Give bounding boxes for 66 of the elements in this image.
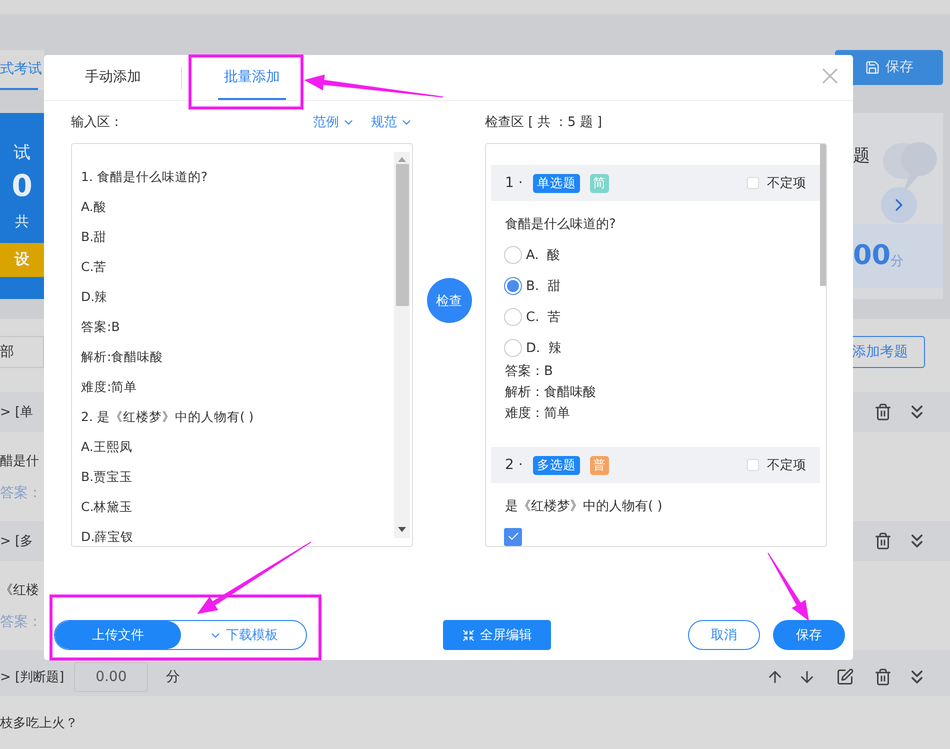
move-up-icon[interactable] [766, 668, 784, 686]
close-icon[interactable] [821, 67, 839, 85]
answer-label: 答案： [0, 484, 42, 502]
delete-icon[interactable] [874, 668, 892, 686]
question-number: 1 · [505, 175, 524, 191]
shrink-icon [462, 628, 475, 642]
question-type: > [判断题] [0, 669, 64, 686]
check-button[interactable]: 检查 [426, 278, 472, 323]
card-count: 0 [12, 168, 32, 206]
question-text: 《红楼 [0, 582, 39, 598]
option-label: D. 辣 [526, 340, 562, 356]
option-radio[interactable] [504, 338, 522, 356]
edit-icon[interactable] [836, 668, 854, 686]
option-label: A. 酸 [526, 246, 560, 264]
total-score: 00 [853, 240, 891, 272]
save-icon [864, 60, 880, 75]
option-radio[interactable] [504, 308, 522, 326]
option-label: B. 甜 [526, 278, 560, 294]
question-type: > [单 [0, 404, 34, 421]
difficulty-tag: 简 [590, 174, 609, 192]
uncertain-label: 不定项 [767, 457, 806, 474]
question-text: 醋是什 [0, 452, 39, 470]
answer-label: 答案： [0, 612, 42, 630]
option-label: C. 苦 [526, 308, 560, 326]
check-area-label: 检查区 [ 共 ：5 题 ] [485, 114, 602, 131]
question-type-tag: 多选题 [533, 456, 580, 474]
input-field[interactable]: 1. 食醋是什么味道的? A.酸 B.甜 C.苦 D.辣 答案:B 解析:食醋味酸 难度:简单 2. 是《红楼梦》中的人物有( ) A.王熙凤 B.贾宝玉 C.林黛玉 D.薛宝钗 [71, 143, 413, 547]
uncertain-checkbox[interactable] [747, 459, 759, 471]
score-unit: 分 [166, 668, 180, 686]
option-checkbox[interactable] [504, 528, 522, 546]
uncertain-checkbox[interactable] [747, 177, 759, 189]
question-type-tag: 单选题 [533, 174, 580, 192]
dialog-tab[interactable]: 手动添加 [79, 55, 147, 100]
dialog-tab[interactable]: 批量添加 [218, 55, 286, 100]
question-text: 是《红楼梦》中的人物有( ) [505, 498, 664, 516]
question-text: 食醋是什么味道的? [505, 216, 617, 234]
download-template-button[interactable]: 下载模板 [181, 621, 306, 649]
settings-button[interactable]: 设 [0, 242, 44, 277]
input-area-label: 输入区： [71, 114, 123, 131]
card-caption: 共 [15, 212, 29, 232]
uncertain-label: 不定项 [767, 175, 806, 192]
dropdown-link[interactable]: 规范 [371, 113, 413, 131]
dropdown-link[interactable]: 范例 [313, 113, 355, 131]
option-radio[interactable] [504, 246, 522, 264]
option-radio[interactable] [504, 276, 522, 294]
move-down-icon[interactable] [798, 668, 816, 686]
cancel-button[interactable]: 取消 [688, 620, 760, 650]
save-button[interactable]: 保存 [773, 620, 845, 650]
answer-text: 答案：B [505, 363, 554, 381]
fullscreen-edit-button[interactable]: 全屏编辑 [443, 620, 551, 650]
scrollbar[interactable] [394, 152, 410, 538]
difficulty-tag: 普 [590, 456, 609, 474]
score-unit: 分 [890, 252, 904, 270]
question-text: 枝多吃上火？ [0, 714, 78, 732]
card-title: 试 [14, 142, 30, 163]
delete-icon[interactable] [874, 403, 892, 421]
delete-icon[interactable] [874, 532, 892, 550]
question-type: > [多 [0, 533, 34, 550]
card-title: 题 [853, 144, 871, 168]
next-button[interactable] [881, 186, 917, 223]
analysis-text: 解析：食醋味酸 [505, 384, 597, 402]
score-field[interactable]: 0.00 [74, 662, 148, 692]
upload-file-button[interactable]: 上传文件 [55, 621, 181, 649]
question-number: 2 · [505, 457, 524, 473]
difficulty-text: 难度：简单 [505, 405, 571, 423]
annotation-arrow [768, 552, 809, 621]
